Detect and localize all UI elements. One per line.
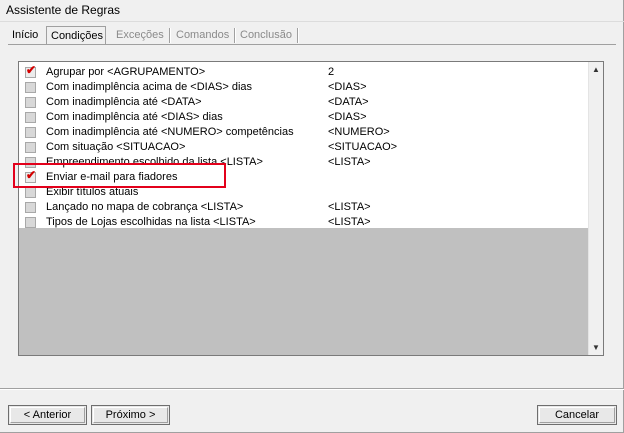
condition-checkbox[interactable] xyxy=(25,97,36,108)
condition-label: Agrupar por <AGRUPAMENTO> xyxy=(46,66,206,78)
condition-row[interactable]: ✔ Agrupar por <AGRUPAMENTO> 2 xyxy=(19,63,589,80)
condition-checkbox[interactable] xyxy=(25,112,36,123)
tab-conclusao[interactable]: Conclusão xyxy=(236,27,299,44)
conditions-rows: ✔ Agrupar por <AGRUPAMENTO> 2 Com inadimplê… xyxy=(19,62,589,228)
tab-baseline xyxy=(8,44,616,45)
vertical-scrollbar[interactable]: ▲ ▼ xyxy=(588,62,603,355)
next-button[interactable]: Próximo > xyxy=(91,405,170,425)
condition-checkbox[interactable] xyxy=(25,157,36,168)
condition-value: <DIAS> xyxy=(328,81,367,93)
condition-value: <LISTA> xyxy=(328,156,371,168)
condition-row[interactable]: Com inadimplência até <NUMERO> competênc… xyxy=(19,125,589,140)
condition-label: Exibir títulos atuais xyxy=(46,186,139,198)
tab-comandos[interactable]: Comandos xyxy=(172,27,237,44)
condition-row[interactable]: ✔ Enviar e-mail para fiadores xyxy=(19,168,589,185)
condition-checkbox[interactable] xyxy=(25,202,36,213)
conditions-list: ✔ Agrupar por <AGRUPAMENTO> 2 Com inadimplê… xyxy=(18,61,604,356)
tab-label: Condições xyxy=(51,30,103,42)
scroll-down-icon[interactable]: ▼ xyxy=(589,340,603,355)
checkmark-icon: ✔ xyxy=(26,168,37,182)
tab-excecoes[interactable]: Exceções xyxy=(112,27,171,44)
condition-label: Com inadimplência até <NUMERO> competênc… xyxy=(46,126,294,138)
condition-label: Enviar e-mail para fiadores xyxy=(46,171,178,183)
condition-label: Lançado no mapa de cobrança <LISTA> xyxy=(46,201,244,213)
condition-checkbox[interactable]: ✔ xyxy=(25,63,37,78)
condition-label: Com inadimplência até <DATA> xyxy=(46,96,202,108)
condition-label: Com situação <SITUACAO> xyxy=(46,141,186,153)
condition-value: 2 xyxy=(328,66,335,78)
previous-button-label: < Anterior xyxy=(23,409,72,421)
title-divider xyxy=(0,21,624,22)
window-title: Assistente de Regras xyxy=(6,3,121,17)
rules-assistant-window: Assistente de Regras Início Condições Ex… xyxy=(0,0,624,433)
cancel-button[interactable]: Cancelar xyxy=(537,405,617,425)
condition-label: Com inadimplência até <DIAS> dias xyxy=(46,111,223,123)
condition-value: <DATA> xyxy=(328,96,369,108)
condition-row[interactable]: Lançado no mapa de cobrança <LISTA> <LIST… xyxy=(19,200,589,215)
condition-checkbox[interactable] xyxy=(25,127,36,138)
condition-row[interactable]: Com inadimplência até <DATA> <DATA> xyxy=(19,95,589,110)
tab-label: Comandos xyxy=(176,29,230,41)
condition-row[interactable]: Exibir títulos atuais xyxy=(19,185,589,200)
footer-divider-light xyxy=(0,389,624,390)
condition-value: <NUMERO> xyxy=(328,126,390,138)
next-button-label: Próximo > xyxy=(105,409,156,421)
condition-label: Com inadimplência acima de <DIAS> dias xyxy=(46,81,253,93)
cancel-button-label: Cancelar xyxy=(554,409,600,421)
condition-label: Empreendimento escolhido da lista <LISTA… xyxy=(46,156,263,168)
list-empty-area xyxy=(19,228,589,355)
tab-label: Exceções xyxy=(116,29,164,41)
condition-checkbox[interactable] xyxy=(25,142,36,153)
condition-row[interactable]: Empreendimento escolhido da lista <LISTA… xyxy=(19,155,589,170)
condition-checkbox[interactable] xyxy=(25,82,36,93)
condition-checkbox[interactable] xyxy=(25,217,36,228)
condition-value: <LISTA> xyxy=(328,201,371,213)
previous-button[interactable]: < Anterior xyxy=(8,405,87,425)
tab-label: Início xyxy=(12,29,39,41)
condition-row[interactable]: Com inadimplência acima de <DIAS> dias <D… xyxy=(19,80,589,95)
checkmark-icon: ✔ xyxy=(26,63,37,77)
condition-value: <DIAS> xyxy=(328,111,367,123)
condition-checkbox[interactable] xyxy=(25,187,36,198)
condition-row[interactable]: Com inadimplência até <DIAS> dias <DIAS> xyxy=(19,110,589,125)
condition-value: <SITUACAO> xyxy=(328,141,398,153)
condition-row[interactable]: Com situação <SITUACAO> <SITUACAO> xyxy=(19,140,589,155)
tab-label: Conclusão xyxy=(240,29,292,41)
tab-inicio[interactable]: Início xyxy=(8,27,42,44)
condition-checkbox[interactable]: ✔ xyxy=(25,168,37,183)
tab-condicoes[interactable]: Condições xyxy=(46,26,106,45)
scroll-up-icon[interactable]: ▲ xyxy=(589,62,603,77)
